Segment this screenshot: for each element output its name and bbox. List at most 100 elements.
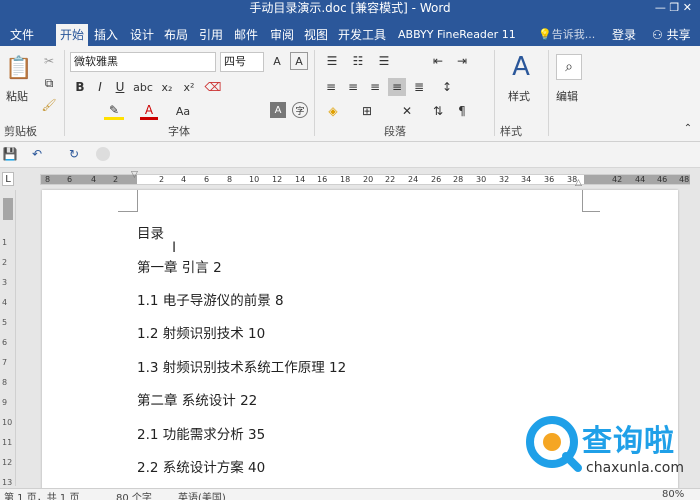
watermark-url: chaxunla.com bbox=[586, 460, 684, 476]
ruler-tick-label: 46 bbox=[657, 175, 668, 184]
text-cursor-icon: I bbox=[172, 240, 177, 256]
ruler-tick-label: 32 bbox=[499, 175, 510, 184]
ruler-tick-label: 44 bbox=[635, 175, 646, 184]
styles-group-label: 样式 bbox=[500, 125, 522, 138]
decrease-indent-icon[interactable]: ⇤ bbox=[428, 52, 448, 70]
separator bbox=[548, 50, 549, 136]
font-size-box[interactable]: 四号 bbox=[220, 52, 264, 72]
subscript-icon[interactable]: x₂ bbox=[158, 78, 176, 96]
tab-stop-icon[interactable]: L bbox=[2, 172, 14, 186]
format-painter-icon[interactable]: 🖌 bbox=[40, 96, 58, 114]
undo-icon[interactable]: ↶ bbox=[28, 146, 46, 162]
margin-corner-left bbox=[118, 190, 138, 212]
font-color-icon[interactable]: A bbox=[140, 102, 158, 120]
multilevel-list-icon[interactable]: ☰ bbox=[374, 52, 394, 70]
page-count[interactable]: 第 1 页，共 1 页 bbox=[4, 489, 79, 500]
underline-icon[interactable]: U bbox=[112, 78, 128, 96]
line-spacing-icon[interactable]: ↕ bbox=[436, 78, 458, 96]
font-size-change-icon[interactable]: Aa bbox=[172, 102, 194, 120]
bullets-icon[interactable]: ☰ bbox=[322, 52, 342, 70]
tab-abbyy[interactable]: ABBYY FineReader 11 bbox=[394, 24, 520, 46]
superscript-icon[interactable]: x² bbox=[180, 78, 198, 96]
horizontal-ruler[interactable]: L 8 6 4 2 2 4 6 8 10 12 14 16 18 20 22 24 26 28 30 32 34 36 38… bbox=[0, 168, 700, 190]
ruler-tick-label: 36 bbox=[544, 175, 555, 184]
paragraph-group-label: 段落 bbox=[384, 125, 406, 138]
tab-review[interactable]: 审阅 bbox=[266, 24, 298, 46]
zoom-level[interactable]: 80% bbox=[662, 489, 684, 500]
char-shading-icon[interactable]: A bbox=[270, 102, 286, 118]
copy-icon[interactable]: ⧉ bbox=[40, 74, 58, 92]
distribute-icon[interactable]: ≣ bbox=[410, 78, 428, 96]
toc-entry[interactable]: 第二章 系统设计 22 bbox=[137, 389, 257, 409]
separator bbox=[64, 50, 65, 136]
toc-entry[interactable]: 1.3 射频识别技术系统工作原理 12 bbox=[137, 356, 346, 376]
first-line-indent-icon[interactable]: ▽ bbox=[131, 170, 138, 180]
align-right-icon[interactable]: ≡ bbox=[366, 78, 384, 96]
tab-file[interactable]: 文件 bbox=[6, 24, 38, 46]
borders-icon[interactable]: ⊞ bbox=[356, 102, 378, 120]
styles-icon[interactable]: A bbox=[506, 52, 536, 82]
shading-icon[interactable]: ◈ bbox=[322, 102, 344, 120]
tab-design[interactable]: 设计 bbox=[126, 24, 158, 46]
vertical-ruler[interactable]: 1234567891011121314 bbox=[0, 190, 16, 500]
window-controls[interactable]: — ❐ ✕ bbox=[655, 0, 692, 16]
collapse-ribbon-icon[interactable]: ⌃ bbox=[682, 122, 694, 134]
tab-layout[interactable]: 布局 bbox=[160, 24, 192, 46]
editing-label[interactable]: 编辑 bbox=[556, 88, 578, 104]
ruler-tick-label: 8 bbox=[227, 175, 233, 184]
vruler-tick-label: 3 bbox=[2, 278, 8, 287]
tab-home[interactable]: 开始 bbox=[56, 24, 89, 46]
toc-entry[interactable]: 2.1 功能需求分析 35 bbox=[137, 423, 265, 443]
tab-references[interactable]: 引用 bbox=[195, 24, 227, 46]
ruler-tick-label: 4 bbox=[91, 175, 97, 184]
numbering-icon[interactable]: ☷ bbox=[348, 52, 368, 70]
find-icon[interactable]: ⌕ bbox=[556, 54, 582, 80]
word-count[interactable]: 80 个字 bbox=[116, 489, 152, 500]
tab-mailings[interactable]: 邮件 bbox=[230, 24, 262, 46]
clear-format-icon[interactable]: ⌫ bbox=[204, 78, 222, 96]
paste-icon[interactable]: 📋 bbox=[4, 52, 34, 84]
justify-icon[interactable]: ≡ bbox=[388, 78, 406, 96]
tab-developer[interactable]: 开发工具 bbox=[334, 24, 390, 46]
ruler-tick-label: 4 bbox=[181, 175, 187, 184]
tab-view[interactable]: 视图 bbox=[300, 24, 332, 46]
vruler-tick-label: 12 bbox=[2, 458, 13, 467]
status-bar: 第 1 页，共 1 页 80 个字 英语(美国) 80% bbox=[0, 488, 700, 500]
toc-heading[interactable]: 目录 bbox=[137, 222, 164, 242]
styles-label[interactable]: 样式 bbox=[508, 88, 530, 104]
increase-indent-icon[interactable]: ⇥ bbox=[452, 52, 472, 70]
ruler-tick-label: 6 bbox=[204, 175, 210, 184]
paste-label[interactable]: 粘贴 bbox=[6, 88, 28, 104]
italic-icon[interactable]: I bbox=[92, 78, 108, 96]
grow-font-icon[interactable]: A bbox=[268, 52, 286, 70]
ruler-tick-label: 10 bbox=[249, 175, 260, 184]
chinese-layout-icon[interactable]: ✕ bbox=[396, 102, 418, 120]
language[interactable]: 英语(美国) bbox=[178, 489, 226, 500]
bold-icon[interactable]: B bbox=[72, 78, 88, 96]
redo-icon[interactable]: ↻ bbox=[66, 146, 82, 162]
tell-me-box[interactable]: 💡告诉我... bbox=[534, 24, 599, 46]
font-name-box[interactable]: 微软雅黑 bbox=[70, 52, 216, 72]
toc-entry[interactable]: 1.2 射频识别技术 10 bbox=[137, 322, 265, 342]
toc-entry[interactable]: 第一章 引言 2 bbox=[137, 256, 222, 276]
align-center-icon[interactable]: ≡ bbox=[344, 78, 362, 96]
align-left-icon[interactable]: ≡ bbox=[322, 78, 340, 96]
login-button[interactable]: 登录 bbox=[608, 24, 640, 46]
toc-entry[interactable]: 1.1 电子导游仪的前景 8 bbox=[137, 289, 284, 309]
change-case-icon[interactable]: A bbox=[290, 52, 308, 70]
share-button[interactable]: ⚇ 共享 bbox=[648, 24, 695, 46]
highlight-icon[interactable]: ✎ bbox=[104, 102, 124, 120]
show-marks-icon[interactable]: ¶ bbox=[452, 102, 472, 120]
save-icon[interactable]: 💾 bbox=[2, 146, 18, 162]
toc-entry[interactable]: 2.2 系统设计方案 40 bbox=[137, 456, 265, 476]
right-indent-icon[interactable]: △ bbox=[575, 178, 582, 188]
vruler-tick-label: 10 bbox=[2, 418, 13, 427]
tab-insert[interactable]: 插入 bbox=[90, 24, 122, 46]
font-group-label: 字体 bbox=[168, 125, 190, 138]
touch-mode-icon[interactable] bbox=[96, 147, 110, 161]
cut-icon[interactable]: ✂ bbox=[40, 52, 58, 70]
enclose-char-icon[interactable]: 字 bbox=[292, 102, 308, 118]
ruler-tick-label: 18 bbox=[340, 175, 351, 184]
strikethrough-icon[interactable]: abc bbox=[133, 78, 153, 96]
sort-icon[interactable]: ⇅ bbox=[428, 102, 448, 120]
